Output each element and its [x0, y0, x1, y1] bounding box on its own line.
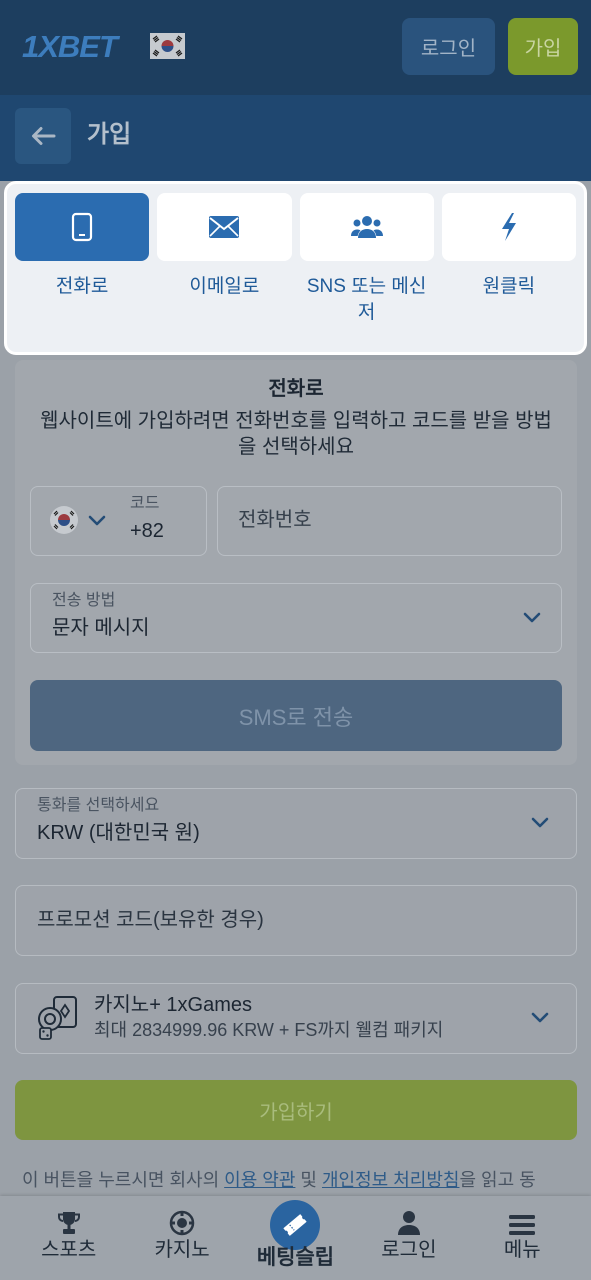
nav-login-label: 로그인 [381, 1239, 437, 1261]
promo-code-input[interactable]: 프로모션 코드(보유한 경우) [15, 885, 577, 956]
nav-menu-label: 메뉴 [503, 1239, 541, 1261]
chevron-down-icon [523, 612, 541, 623]
casino-cards-icon [38, 996, 77, 1040]
delivery-method-label: 전송 방법 [52, 592, 116, 609]
terms-prefix: 이 버튼을 누르시면 회사의 [22, 1170, 225, 1190]
tab-by-phone-button[interactable] [15, 193, 150, 261]
phone-number-input[interactable]: 전화번호 [217, 486, 562, 556]
users-icon [350, 216, 383, 238]
arrow-left-icon [32, 127, 56, 145]
terms-of-use-link[interactable]: 이용 약관 [224, 1170, 295, 1190]
tab-by-email[interactable]: 이메일로 [157, 193, 292, 352]
page-title: 가입 [87, 121, 132, 148]
country-code-value: +82 [130, 520, 164, 542]
betslip-circle[interactable] [270, 1200, 321, 1250]
country-code-select[interactable]: 코드 +82 [30, 486, 207, 556]
tab-one-click-button[interactable] [441, 193, 576, 261]
nav-casino-label: 카지노 [154, 1239, 210, 1261]
tab-by-email-button[interactable] [157, 193, 292, 261]
nav-betslip[interactable]: 베팅슬립 [239, 1196, 352, 1280]
register-submit-button[interactable]: 가입하기 [15, 1080, 577, 1140]
trophy-icon [57, 1212, 80, 1234]
bottom-navigation: 스포츠 카지노 베팅슬립 로그인 메뉴 [0, 1196, 591, 1280]
nav-sports[interactable]: 스포츠 [12, 1196, 125, 1280]
login-button[interactable]: 로그인 [402, 18, 495, 75]
promo-code-placeholder: 프로모션 코드(보유한 경우) [37, 909, 264, 931]
nav-menu-icon-wrap [509, 1208, 536, 1236]
envelope-icon [209, 216, 240, 238]
phone-form-card: 전화로 웹사이트에 가입하려면 전화번호를 입력하고 코드를 받을 방법을 선택… [15, 360, 577, 765]
tab-by-phone[interactable]: 전화로 [15, 193, 150, 352]
tab-one-click-label: 원클릭 [482, 276, 536, 297]
chevron-down-icon [88, 515, 106, 526]
top-header: 1XBET 로그인 가입 [0, 0, 591, 95]
lightning-icon [501, 213, 516, 241]
korea-flag-icon [150, 33, 185, 59]
bonus-title: 카지노+ 1xGames [94, 994, 253, 1016]
country-code-label: 코드 [130, 495, 160, 512]
chevron-down-icon [531, 1012, 549, 1023]
signup-screen: 1XBET 로그인 가입 가입 전화로 이메일로 SNS 또는 메신저 원클릭 … [0, 0, 591, 1280]
user-icon [397, 1211, 420, 1235]
nav-login-icon-wrap [397, 1208, 421, 1236]
nav-menu[interactable]: 메뉴 [466, 1196, 579, 1280]
terms-suffix: 을 읽고 동 [459, 1170, 536, 1190]
ticket-icon [283, 1214, 308, 1236]
menu-icon [509, 1215, 536, 1235]
terms-middle: 및 [295, 1170, 322, 1190]
page-header: 가입 [0, 95, 591, 181]
nav-casino-icon-wrap [169, 1208, 195, 1236]
delivery-method-value: 문자 메시지 [52, 617, 150, 639]
currency-value: KRW (대한민국 원) [37, 822, 200, 844]
phone-icon [72, 212, 93, 242]
currency-select[interactable]: 통화를 선택하세요 KRW (대한민국 원) [15, 788, 577, 859]
signup-button[interactable]: 가입 [508, 18, 578, 75]
bonus-subtitle: 최대 2834999.96 KRW + FS까지 웰컴 패키지 [94, 1020, 444, 1040]
registration-method-tabs: 전화로 이메일로 SNS 또는 메신저 원클릭 [4, 181, 587, 355]
tab-by-social-label: SNS 또는 메신저 [306, 276, 427, 323]
currency-label: 통화를 선택하세요 [37, 797, 160, 814]
phone-number-placeholder: 전화번호 [238, 509, 312, 531]
nav-login[interactable]: 로그인 [352, 1196, 465, 1280]
tab-by-email-label: 이메일로 [189, 276, 260, 297]
brand-logo[interactable]: 1XBET [22, 29, 118, 65]
privacy-policy-link[interactable]: 개인정보 처리방침 [322, 1170, 459, 1190]
back-button[interactable] [15, 108, 71, 164]
nav-casino[interactable]: 카지노 [125, 1196, 238, 1280]
chevron-down-icon [531, 817, 549, 828]
casino-chip-icon [169, 1210, 195, 1236]
form-title: 전화로 [268, 378, 324, 400]
tab-one-click[interactable]: 원클릭 [441, 193, 576, 352]
delivery-method-select[interactable]: 전송 방법 문자 메시지 [30, 583, 562, 653]
nav-sports-label: 스포츠 [41, 1239, 97, 1261]
nav-betslip-label: 베팅슬립 [256, 1246, 335, 1269]
nav-sports-icon-wrap [56, 1208, 82, 1236]
tab-by-social-button[interactable] [299, 193, 434, 261]
terms-notice: 이 버튼을 누르시면 회사의 이용 약관 및 개인정보 처리방침을 읽고 동 [22, 1168, 569, 1194]
send-sms-button[interactable]: SMS로 전송 [30, 680, 562, 751]
bonus-select[interactable]: 카지노+ 1xGames 최대 2834999.96 KRW + FS까지 웰컴… [15, 983, 577, 1054]
tab-by-social[interactable]: SNS 또는 메신저 [299, 193, 434, 352]
form-description: 웹사이트에 가입하려면 전화번호를 입력하고 코드를 받을 방법을 선택하세요 [40, 410, 552, 458]
tab-by-phone-label: 전화로 [55, 276, 109, 297]
korea-flag-icon [50, 506, 78, 534]
